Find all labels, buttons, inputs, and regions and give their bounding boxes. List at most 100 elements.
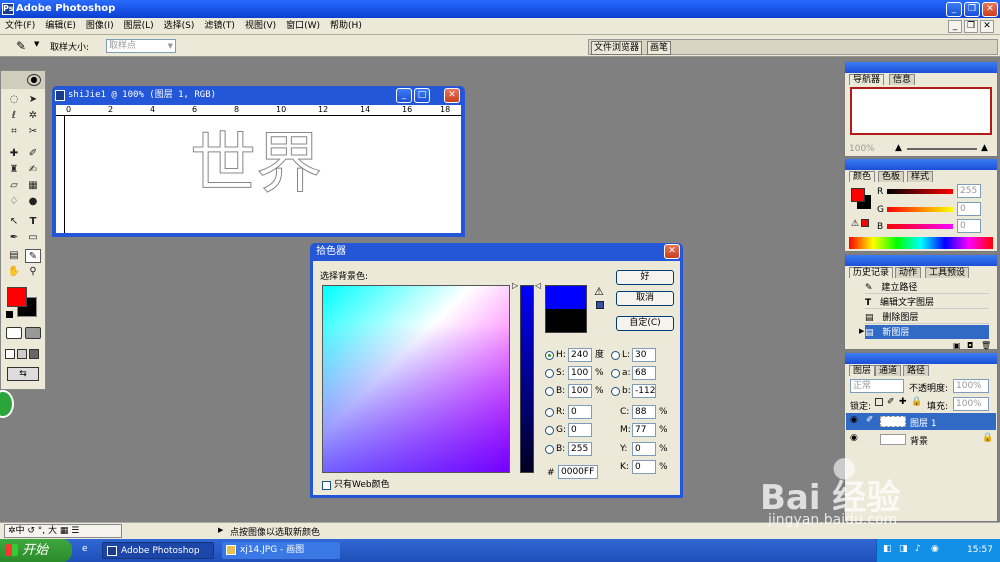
menu-file[interactable]: 文件(F) [0,18,40,35]
brightness-radio[interactable] [545,387,554,396]
navigator-preview[interactable] [850,87,992,135]
magic-wand-tool-icon[interactable]: ✲ [25,109,41,123]
brightness-input[interactable]: 100 [568,384,592,398]
dialog-titlebar[interactable]: 拾色器 [310,243,683,261]
standard-mode-icon[interactable] [6,327,22,339]
type-tool-icon[interactable]: T [25,215,41,229]
yellow-input[interactable]: 0 [632,442,656,456]
document-maximize-button[interactable]: □ [414,88,430,103]
layer-row[interactable]: ◉ 背景 🔒 [846,431,996,448]
menu-edit[interactable]: 编辑(E) [40,18,81,35]
gamut-warning-icon[interactable]: ⚠ [594,285,604,298]
screen-mode-3-icon[interactable] [29,349,39,359]
tab-history[interactable]: 历史记录 [849,267,894,278]
green-input[interactable]: 0 [568,423,592,437]
tab-swatches[interactable]: 色板 [878,171,905,182]
dialog-close-button[interactable]: ✕ [664,244,680,259]
lock-transparent-icon[interactable] [875,398,883,406]
hue-slider-right-arrow-icon[interactable]: ◁ [535,281,541,290]
tab-color[interactable]: 颜色 [849,171,876,182]
ime-toolbar[interactable]: ✲中 ↺ °, 大 ▦ ☰ [4,524,122,538]
menu-filter[interactable]: 滤镜(T) [199,18,240,35]
red-input[interactable]: 0 [568,405,592,419]
cancel-button[interactable]: 取消 [616,291,674,306]
restore-button[interactable]: ❐ [964,2,980,17]
panel-foreground-swatch[interactable] [851,188,865,202]
tray-icon[interactable]: ◉ [931,544,939,554]
color-ramp[interactable] [849,237,993,249]
lock-image-icon[interactable]: ✐ [887,397,895,407]
blue-input[interactable]: 255 [568,442,592,456]
tab-tool-presets[interactable]: 工具预设 [925,267,970,278]
move-tool-icon[interactable]: ➤ [25,93,41,107]
zoom-slider[interactable] [907,148,977,150]
navigator-zoom[interactable]: 100% [849,144,875,154]
photoshop-eye-icon[interactable]: ● [27,74,41,86]
sample-size-select[interactable]: 取样点 ▼ [106,39,176,53]
g-input[interactable]: 0 [957,202,981,216]
lightness-radio[interactable] [611,351,620,360]
eraser-tool-icon[interactable]: ▱ [6,179,22,193]
tab-paths[interactable]: 路径 [903,365,930,376]
brush-tool-icon[interactable]: ✐ [25,147,41,161]
path-selection-tool-icon[interactable]: ↖ [6,215,22,229]
lasso-tool-icon[interactable]: ℓ [6,109,22,123]
tab-info[interactable]: 信息 [889,74,916,85]
menu-image[interactable]: 图像(I) [81,18,119,35]
blend-mode-select[interactable]: 正常 [850,379,904,393]
layer-row-selected[interactable]: ◉ ✐ 图层 1 [846,413,996,430]
panel-gamut-warning-icon[interactable]: ⚠ [851,219,859,229]
screen-mode-1-icon[interactable] [5,349,15,359]
tray-icon[interactable]: ◨ [899,544,908,554]
saturation-radio[interactable] [545,369,554,378]
lab-b-input[interactable]: -112 [632,384,656,398]
tab-brushes[interactable]: 画笔 [647,41,672,55]
menu-window[interactable]: 窗口(W) [281,18,325,35]
history-item[interactable]: ▤ 删除图层 [865,310,989,324]
foreground-color-swatch[interactable] [7,287,27,307]
r-slider[interactable] [887,189,953,194]
trash-icon[interactable]: 🗑 [981,341,991,350]
green-radio[interactable] [545,426,554,435]
tab-styles[interactable]: 样式 [907,171,934,182]
jump-to-imageready-icon[interactable]: ⇆ [7,367,39,381]
healing-brush-tool-icon[interactable]: ✚ [6,147,22,161]
new-document-icon[interactable]: ▣ [953,341,961,350]
crop-tool-icon[interactable]: ⌗ [6,125,22,139]
taskbar-item-photoshop[interactable]: Adobe Photoshop [102,542,214,559]
tab-layers[interactable]: 图层 [849,365,876,376]
tab-file-browser[interactable]: 文件浏览器 [591,41,643,55]
default-colors-icon[interactable] [6,311,13,318]
close-button[interactable]: ✕ [982,2,998,17]
dodge-tool-icon[interactable]: ● [25,195,41,209]
opacity-input[interactable]: 100% [953,379,989,393]
marquee-tool-icon[interactable]: ◌ [6,93,22,107]
document-canvas[interactable]: 0 2 4 6 8 10 12 14 16 18 世界 [56,105,461,233]
red-radio[interactable] [545,408,554,417]
tab-actions[interactable]: 动作 [895,267,922,278]
doc-minimize-button[interactable]: _ [948,20,962,33]
blur-tool-icon[interactable]: ♢ [6,195,22,209]
gradient-tool-icon[interactable]: ▦ [25,179,41,193]
b-input[interactable]: 0 [957,219,981,233]
saturation-input[interactable]: 100 [568,366,592,380]
stamp-tool-icon[interactable]: ♜ [6,163,22,177]
tab-channels[interactable]: 通道 [875,365,902,376]
lab-a-radio[interactable] [611,369,620,378]
history-item[interactable]: ✎ 建立路径 [865,280,989,294]
visibility-eye-icon[interactable]: ◉ [850,433,858,443]
g-slider[interactable] [887,207,953,212]
blue-radio[interactable] [545,445,554,454]
lab-b-radio[interactable] [611,387,620,396]
black-input[interactable]: 0 [632,460,656,474]
doc-close-button[interactable]: ✕ [980,20,994,33]
hex-input[interactable]: 0000FF [558,465,598,479]
visibility-eye-icon[interactable]: ◉ [850,415,858,425]
hand-tool-icon[interactable]: ✋ [6,265,22,279]
notes-tool-icon[interactable]: ▤ [6,249,22,263]
lock-all-icon[interactable]: 🔒 [911,397,922,407]
eyedropper-tool-icon[interactable]: ✎ [25,249,41,263]
screen-mode-2-icon[interactable] [17,349,27,359]
lock-position-icon[interactable]: ✚ [899,397,907,407]
history-item[interactable]: T 编辑文字图层 [865,295,989,309]
